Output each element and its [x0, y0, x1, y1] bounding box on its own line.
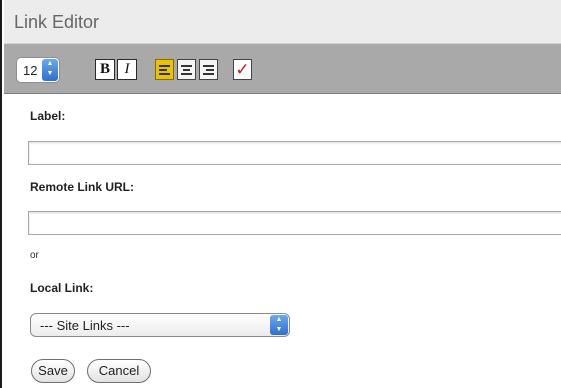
align-left-button[interactable]: [155, 59, 174, 80]
align-right-button[interactable]: [199, 59, 218, 80]
align-center-button[interactable]: [177, 59, 196, 80]
local-link-select[interactable]: --- Site Links --- ▲ ▼: [30, 313, 290, 337]
font-size-value: 12: [23, 63, 38, 78]
italic-button[interactable]: I: [117, 59, 137, 80]
cancel-button[interactable]: Cancel: [87, 359, 151, 383]
remote-link-url-label: Remote Link URL:: [30, 180, 135, 194]
checkmark-icon: ✓: [235, 60, 250, 79]
window-title: Link Editor: [14, 12, 100, 32]
or-separator-text: or: [30, 250, 39, 261]
save-button[interactable]: Save: [31, 359, 75, 383]
chevron-updown-icon: ▲ ▼: [270, 315, 288, 335]
link-editor-window: Link Editor 12 ▲ ▼ B I ✓ Label: Remote L…: [0, 0, 561, 388]
label-input[interactable]: [28, 141, 561, 165]
remote-link-url-input[interactable]: [28, 211, 561, 235]
local-link-selected: --- Site Links ---: [40, 318, 130, 333]
font-size-select[interactable]: 12 ▲ ▼: [16, 57, 60, 83]
check-button[interactable]: ✓: [233, 59, 252, 80]
bold-button[interactable]: B: [95, 59, 115, 80]
formatting-toolbar: 12 ▲ ▼ B I ✓: [4, 44, 561, 94]
label-field-label: Label:: [30, 109, 66, 123]
local-link-label: Local Link:: [30, 281, 94, 295]
chevron-updown-icon: ▲ ▼: [42, 59, 58, 81]
title-bar: Link Editor: [4, 0, 561, 44]
